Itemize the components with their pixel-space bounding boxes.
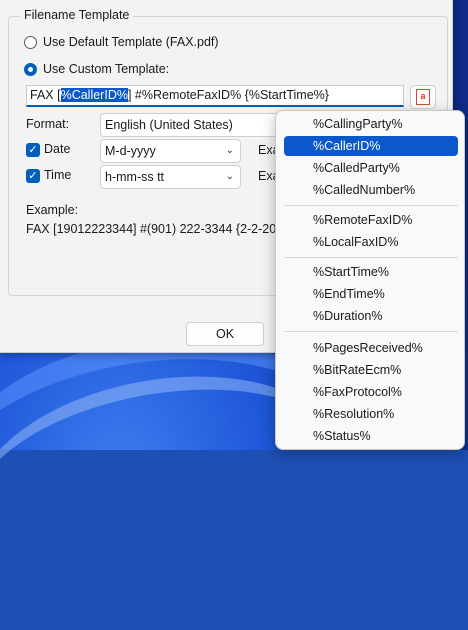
radio-custom[interactable]	[24, 62, 37, 76]
format-label: Format:	[26, 117, 70, 131]
template-input[interactable]: FAX [%CallerID%] #%RemoteFaxID% {%StartT…	[26, 85, 404, 107]
menu-item-end-time[interactable]: %EndTime%	[284, 284, 458, 304]
template-selection: %CallerID%	[60, 88, 128, 102]
ok-button[interactable]: OK	[186, 322, 264, 346]
menu-item-caller-id[interactable]: %CallerID%	[284, 136, 458, 156]
time-format-value: h-mm-ss tt	[105, 170, 165, 184]
format-select[interactable]: English (United States)	[100, 113, 280, 137]
insert-variable-button[interactable]: a	[410, 85, 436, 109]
default-template-option[interactable]: Use Default Template (FAX.pdf)	[24, 35, 219, 49]
radio-custom-label: Use Custom Template:	[43, 62, 170, 76]
example-value: FAX [19012223344] #(901) 222-3344 {2-2-2…	[26, 222, 276, 236]
custom-template-option[interactable]: Use Custom Template:	[24, 62, 169, 76]
date-format-select[interactable]: M-d-yyyy ⌄	[100, 139, 241, 163]
group-title: Filename Template	[20, 8, 134, 22]
date-checkbox[interactable]: ✓	[26, 143, 40, 157]
variable-context-menu: %CallingParty% %CallerID% %CalledParty% …	[275, 110, 465, 450]
menu-item-called-number[interactable]: %CalledNumber%	[284, 180, 458, 200]
menu-item-start-time[interactable]: %StartTime%	[284, 262, 458, 282]
time-checkbox[interactable]: ✓	[26, 169, 40, 183]
radio-default[interactable]	[24, 35, 37, 49]
time-format-select[interactable]: h-mm-ss tt ⌄	[100, 165, 241, 189]
format-value: English (United States)	[105, 118, 233, 132]
menu-item-fax-protocol[interactable]: %FaxProtocol%	[284, 382, 458, 402]
menu-separator	[284, 257, 458, 258]
template-suffix: ] #%RemoteFaxID% {%StartTime%}	[127, 88, 329, 102]
template-prefix: FAX [	[30, 88, 61, 102]
example-label: Example:	[26, 203, 79, 217]
chevron-down-icon: ⌄	[225, 171, 234, 182]
menu-item-local-fax-id[interactable]: %LocalFaxID%	[284, 232, 458, 252]
menu-item-duration[interactable]: %Duration%	[284, 306, 458, 326]
menu-item-calling-party[interactable]: %CallingParty%	[284, 114, 458, 134]
menu-item-pages-received[interactable]: %PagesReceived%	[284, 338, 458, 358]
menu-item-resolution[interactable]: %Resolution%	[284, 404, 458, 424]
menu-separator	[284, 331, 458, 332]
menu-item-remote-fax-id[interactable]: %RemoteFaxID%	[284, 210, 458, 230]
time-label: Time	[44, 168, 72, 182]
date-label: Date	[44, 142, 71, 156]
menu-item-called-party[interactable]: %CalledParty%	[284, 158, 458, 178]
menu-item-bit-rate-ecm[interactable]: %BitRateEcm%	[284, 360, 458, 380]
date-format-value: M-d-yyyy	[105, 144, 156, 158]
menu-item-status[interactable]: %Status%	[284, 426, 458, 446]
radio-default-label: Use Default Template (FAX.pdf)	[43, 35, 219, 49]
menu-separator	[284, 205, 458, 206]
chevron-down-icon: ⌄	[225, 145, 234, 156]
insert-variable-icon: a	[416, 89, 430, 105]
